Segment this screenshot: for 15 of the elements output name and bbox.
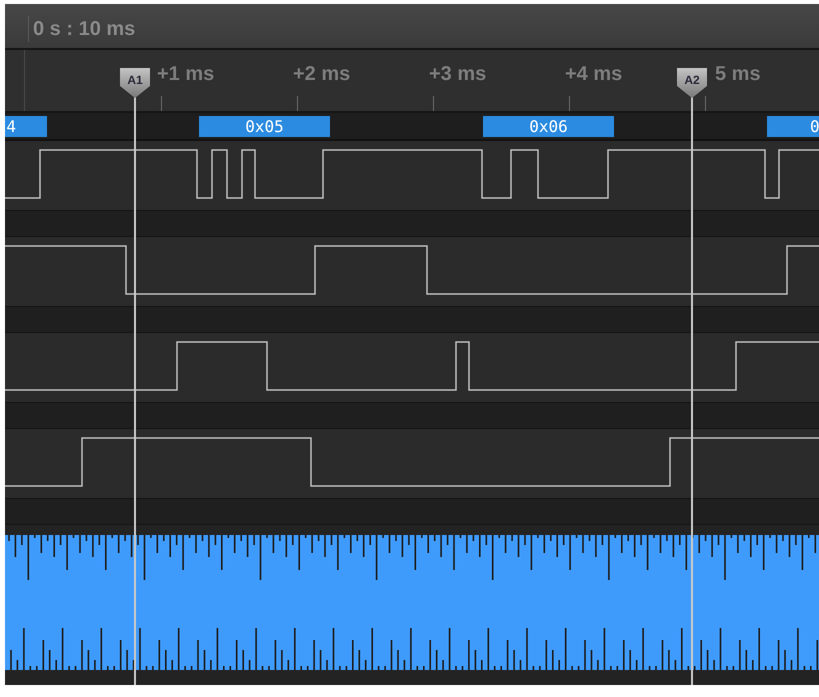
decoded-value: 0 (767, 116, 819, 137)
time-label: 0 s : 10 ms (28, 16, 136, 42)
tick-label: +2 ms (293, 62, 350, 86)
tick-mark (297, 96, 298, 111)
tick-mark (161, 96, 162, 111)
decoded-value: 4 (5, 116, 47, 137)
tick-mark (569, 96, 570, 111)
tick-label: +4 ms (565, 62, 622, 86)
tick-label: +1 ms (157, 62, 214, 86)
tick-mark (705, 96, 706, 111)
tick-label: +3 ms (429, 62, 486, 86)
tick-mark (433, 96, 434, 111)
decoded-value: 0x06 (483, 116, 614, 137)
decoded-value: 0x05 (199, 116, 330, 137)
tick-label: 5 ms (715, 62, 761, 86)
